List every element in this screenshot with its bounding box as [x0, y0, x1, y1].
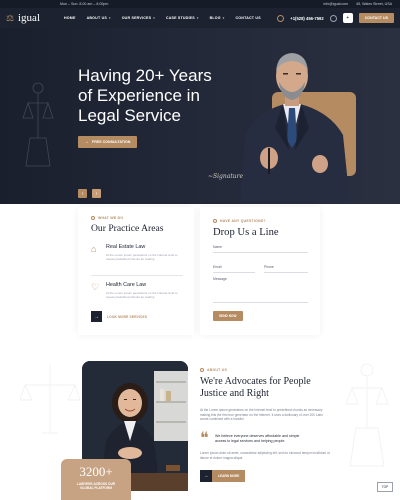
nav-item-case-studies[interactable]: CASE STUDIES ▾ [166, 16, 199, 20]
site-header: ⚖ igual HOME ABOUT US ▾ OUR SERVICES ▾ CAS… [0, 8, 400, 28]
more-services-button[interactable]: → LOOK MORE SERVICES [91, 311, 147, 322]
contact-form-card: HAVE ANY QUESTIONS? Drop Us a Line Name … [200, 207, 320, 335]
justice-statue-icon [20, 365, 80, 434]
nav-label: HOME [64, 16, 76, 20]
lawyer-portrait [240, 53, 350, 204]
send-now-button[interactable]: SEND NOW [213, 311, 243, 321]
eyebrow-text: HAVE ANY QUESTIONS? [220, 219, 266, 223]
nav-item-blog[interactable]: BLOG ▾ [210, 16, 225, 20]
divider [91, 275, 183, 276]
service-desc: At the Lorem ipsum generators on the Int… [106, 253, 178, 262]
service-name: Health Care Law [106, 282, 147, 288]
nav-label: CASE STUDIES [165, 16, 195, 20]
stats-caption: LAWYERS ACROSS OUR GLOBAL PLATFORM [76, 482, 116, 490]
section-eyebrow: WHAT WE DO [91, 216, 123, 220]
lawyer-signature: ~Signature [208, 173, 244, 180]
nav-item-home[interactable]: HOME [64, 16, 76, 20]
scales-icon [200, 368, 204, 372]
search-icon[interactable] [329, 14, 337, 22]
justice-statue-icon [345, 363, 389, 467]
email-field[interactable]: Email [213, 265, 221, 269]
scales-icon [91, 216, 95, 220]
slider-prev-button[interactable]: ‹ [78, 189, 87, 198]
nav-item-about[interactable]: ABOUT US ▾ [87, 16, 111, 20]
heartbeat-icon: ♡ [91, 282, 100, 292]
field-underline [213, 302, 308, 303]
form-title: Drop Us a Line [213, 227, 279, 238]
name-field[interactable]: Name [213, 245, 222, 249]
about-quote: We believe everyone deserves affordable … [215, 434, 300, 443]
service-name: Real Estate Law [106, 244, 146, 250]
chevron-down-icon: ▾ [108, 16, 111, 20]
section-eyebrow: HAVE ANY QUESTIONS? [213, 219, 266, 223]
about-paragraph: At the Lorem ipsum generators on the Int… [200, 408, 323, 422]
eyebrow-text: WHAT WE DO [98, 216, 124, 220]
opening-hours: Mon – Sun: 8.00 am – 8.00pm [60, 2, 109, 6]
section-title: Our Practice Areas [91, 223, 164, 234]
about-title: We're Advocates for People Justice and R… [200, 376, 311, 399]
field-underline [213, 252, 308, 253]
more-services-label: LOOK MORE SERVICES [107, 314, 148, 319]
chevron-down-icon: ▾ [222, 16, 225, 20]
building-icon: ⌂ [91, 244, 97, 254]
nav-label: ABOUT US [86, 16, 107, 20]
nav-item-contact[interactable]: CONTACT US [236, 16, 261, 20]
back-to-top-button[interactable]: TOP [377, 482, 393, 492]
top-address: 45, Wales Street, USA [356, 2, 392, 6]
field-underline [213, 272, 255, 273]
logo[interactable]: ⚖ igual [6, 12, 60, 24]
header-contact-button[interactable]: CONTACT US [358, 13, 394, 23]
quote-icon: ❝ [200, 430, 209, 447]
top-info-bar: Mon – Sun: 8.00 am – 8.00pm info@igual.c… [0, 0, 400, 8]
scales-icon [213, 219, 217, 223]
phone-field[interactable]: Phone [264, 265, 274, 269]
nav-label: BLOG [209, 16, 221, 20]
phone-icon [277, 14, 285, 22]
learn-more-label: LEARN MORE [212, 470, 246, 482]
learn-more-button[interactable]: → LEARN MORE [200, 470, 246, 482]
arrow-right-icon: → [84, 139, 89, 145]
field-underline [264, 272, 308, 273]
section-eyebrow: ABOUT US [200, 368, 227, 372]
header-phone[interactable]: +1(528) 456-7592 [290, 16, 323, 21]
scales-icon: ⚖ [6, 12, 15, 23]
about-paragraph: Lorem ipsum dolor sit amet, consectetur … [200, 451, 330, 460]
free-consultation-button[interactable]: → FREE CONSULTATION [78, 136, 138, 148]
practice-areas-card: WHAT WE DO Our Practice Areas ⌂ Real Est… [78, 207, 194, 335]
slider-next-button[interactable]: › [92, 189, 101, 198]
chevron-down-icon: ▾ [153, 16, 155, 20]
stats-number: 3200+ [79, 464, 113, 479]
header-actions: +1(528) 456-7592 + CONTACT US [277, 13, 394, 23]
nav-item-services[interactable]: OUR SERVICES ▾ [122, 16, 155, 20]
lawyers-stats-box: 3200+ LAWYERS ACROSS OUR GLOBAL PLATFORM [61, 459, 131, 500]
justice-statue-icon [22, 82, 54, 167]
service-desc: At the Lorem ipsum generators on the Int… [106, 291, 178, 300]
logo-text: igual [18, 12, 40, 24]
arrow-right-icon: → [200, 470, 212, 482]
cta-label: FREE CONSULTATION [92, 140, 131, 144]
hero-section: Having 20+ Years of Experience in Legal … [0, 28, 400, 204]
message-field[interactable]: Message [213, 277, 227, 281]
eyebrow-text: ABOUT US [207, 368, 228, 372]
nav-label: CONTACT US [235, 16, 261, 20]
cart-icon[interactable]: + [342, 13, 353, 23]
arrow-right-icon: → [91, 311, 102, 322]
main-nav: HOME ABOUT US ▾ OUR SERVICES ▾ CASE STUDIE… [64, 16, 261, 20]
chevron-down-icon: ▾ [196, 16, 199, 20]
nav-label: OUR SERVICES [121, 16, 152, 20]
top-email[interactable]: info@igual.com [323, 2, 348, 6]
